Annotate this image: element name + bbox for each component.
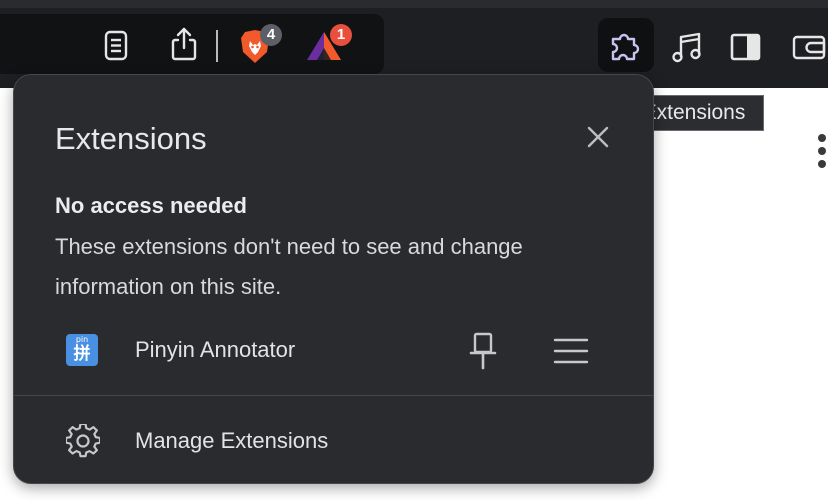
toolbar-divider [216, 30, 218, 62]
pin-icon[interactable] [469, 331, 497, 376]
music-icon[interactable] [670, 30, 704, 64]
manage-extensions-button[interactable]: Manage Extensions [14, 411, 653, 469]
icon-pin-text: pin [75, 335, 89, 344]
wallet-icon[interactable] [789, 32, 828, 62]
extensions-panel: Extensions No access needed These extens… [13, 74, 654, 484]
extension-row-pinyin-annotator[interactable]: pin 拼 Pinyin Annotator [14, 325, 653, 381]
shields-count-badge: 4 [260, 24, 282, 46]
close-icon[interactable] [585, 124, 611, 155]
extension-name: Pinyin Annotator [135, 337, 296, 362]
extensions-icon[interactable] [608, 28, 644, 64]
panel-divider [14, 395, 653, 396]
section-description: These extensions don't need to see and c… [55, 234, 523, 299]
reader-mode-icon[interactable] [100, 30, 132, 62]
icon-main-glyph: 拼 [73, 344, 91, 364]
panel-title: Extensions [55, 121, 207, 156]
extension-menu-icon[interactable] [553, 337, 589, 370]
rewards-count-badge: 1 [330, 24, 352, 46]
section-title-no-access: No access needed [55, 193, 247, 218]
pinyin-annotator-icon: pin 拼 [66, 334, 98, 366]
page-more-menu-icon[interactable] [818, 134, 826, 173]
gear-icon [64, 422, 102, 463]
share-icon[interactable] [168, 26, 200, 62]
manage-extensions-label: Manage Extensions [135, 428, 329, 453]
window-top-strip [0, 0, 828, 8]
sidebar-icon[interactable] [730, 32, 762, 62]
